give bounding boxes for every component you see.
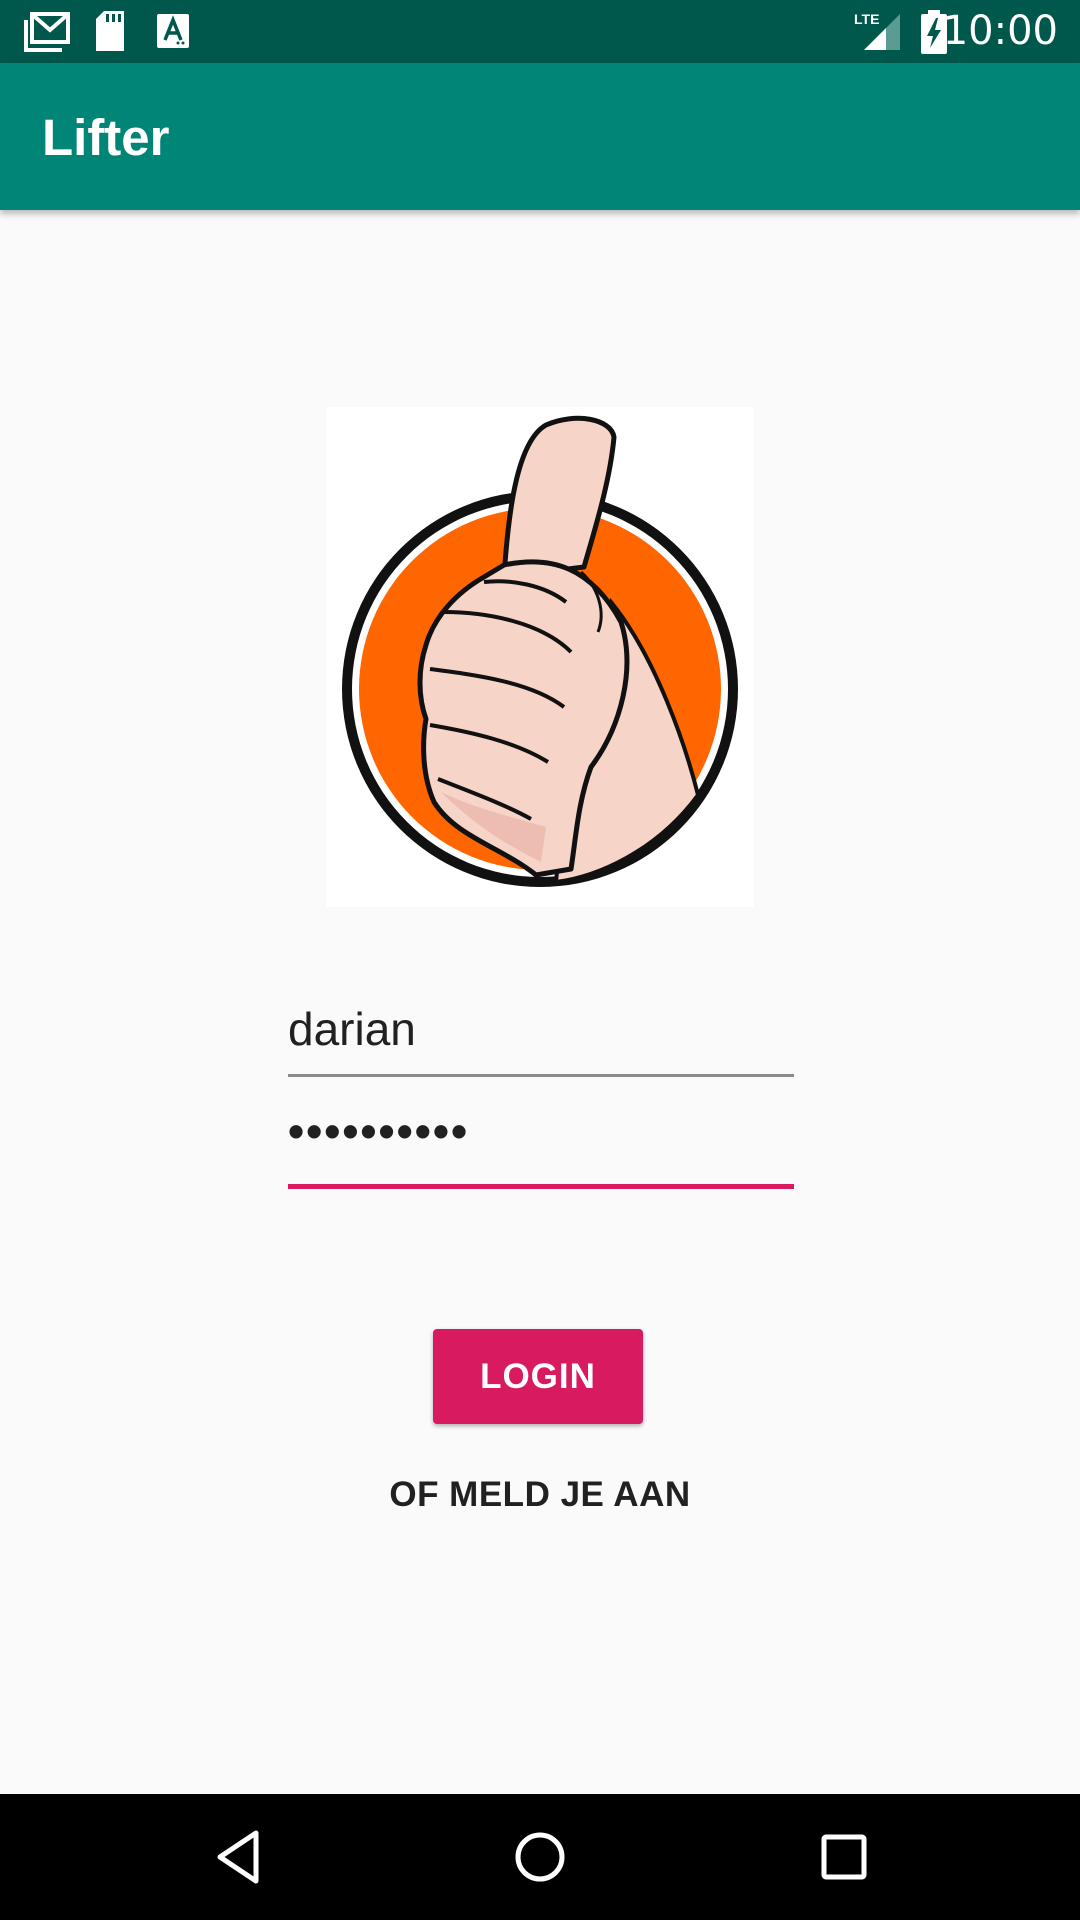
gmail-icon <box>24 12 70 57</box>
password-field[interactable]: •••••••••• <box>288 1100 794 1189</box>
register-link[interactable]: OF MELD JE AAN <box>290 1470 790 1520</box>
status-clock: 10:00 <box>942 8 1058 54</box>
back-icon[interactable] <box>200 1819 276 1895</box>
status-bar: LTE 10:00 <box>0 0 1080 63</box>
password-value: •••••••••• <box>288 1105 470 1157</box>
username-value: darian <box>288 1003 416 1055</box>
thumbs-up-logo <box>326 407 754 907</box>
lte-signal-icon: LTE <box>852 10 902 57</box>
username-field[interactable]: darian <box>288 990 794 1077</box>
sd-card-icon <box>94 11 126 56</box>
svg-text:LTE: LTE <box>854 11 879 27</box>
app-bar: Lifter <box>0 63 1080 210</box>
app-title: Lifter <box>42 109 170 166</box>
home-icon[interactable] <box>502 1819 578 1895</box>
recents-icon[interactable] <box>806 1819 882 1895</box>
login-button[interactable]: LOGIN <box>433 1329 643 1424</box>
text-a-icon <box>157 14 189 53</box>
navigation-bar <box>0 1794 1080 1920</box>
